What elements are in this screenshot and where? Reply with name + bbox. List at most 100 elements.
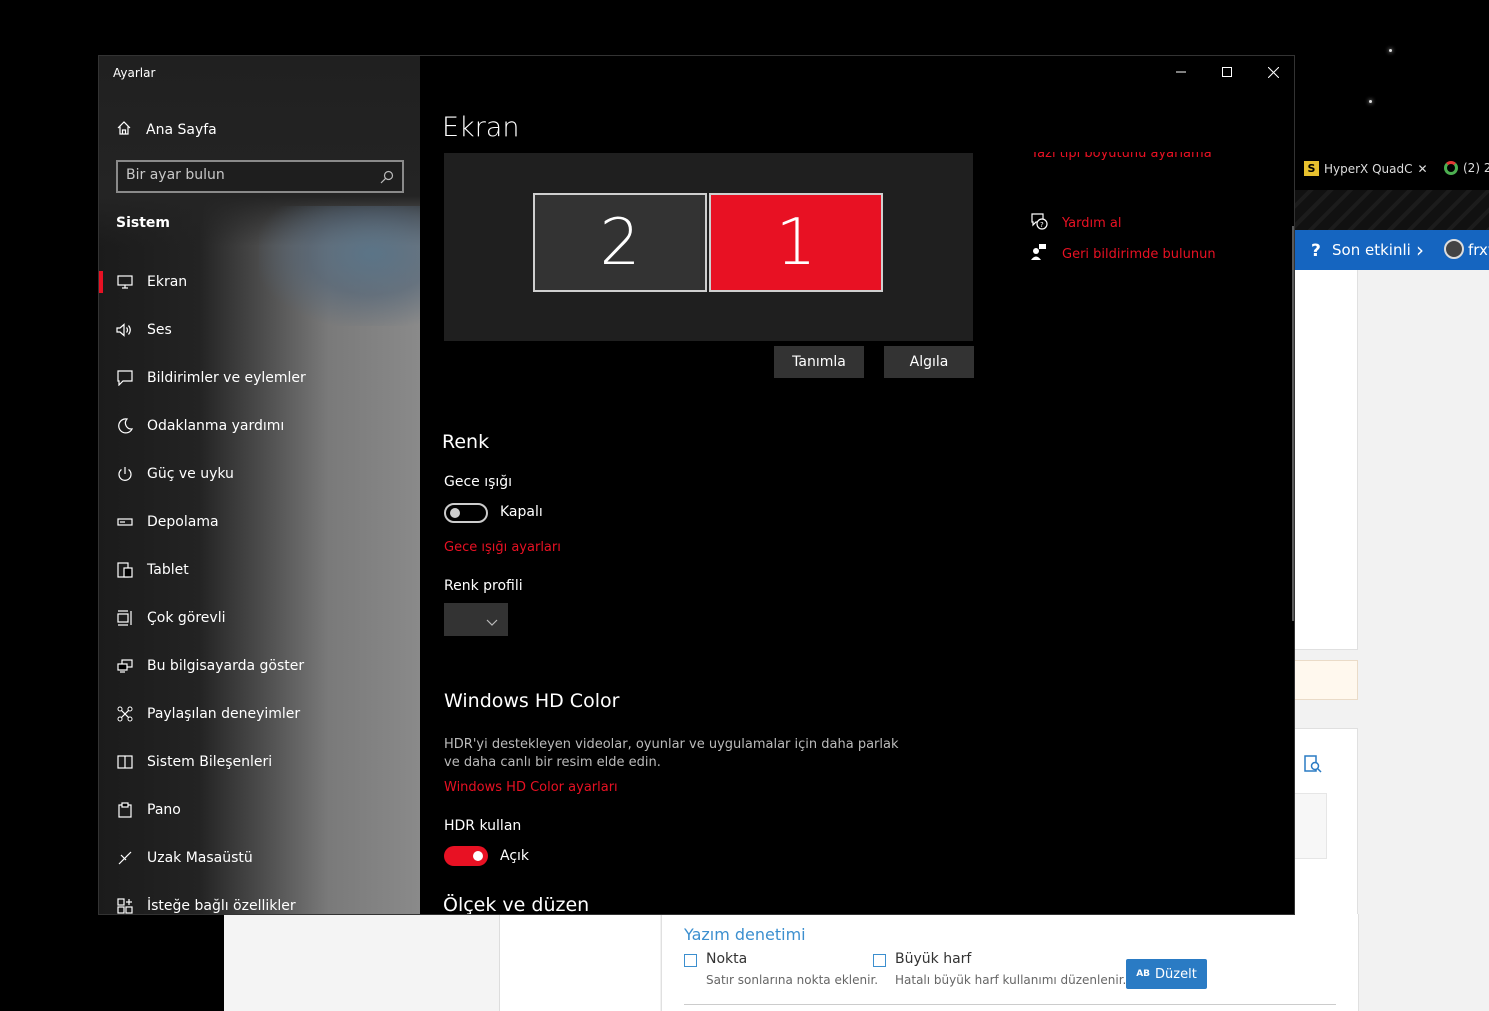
- star-decoration: [1389, 49, 1392, 52]
- color-profile-dropdown[interactable]: [444, 603, 508, 636]
- components-icon: [116, 754, 133, 771]
- svg-text:?: ?: [1040, 221, 1044, 229]
- capitalize-checkbox[interactable]: [873, 954, 886, 967]
- sidebar-item-remote[interactable]: Uzak Masaüstü: [99, 834, 420, 882]
- page-title: Ekran: [442, 112, 520, 143]
- settings-window: Ayarlar Ana Sayfa Bir ayar bulun Sistem …: [98, 55, 1295, 915]
- s-favicon-icon: S: [1304, 161, 1319, 176]
- sidebar-item-power[interactable]: Güç ve uyku: [99, 450, 420, 498]
- browser-navbar: ? Son etkinli › frxv: [1294, 230, 1489, 270]
- spellcheck-heading: Yazım denetimi: [684, 925, 806, 944]
- night-light-toggle[interactable]: [444, 503, 488, 523]
- sidebar-item-ekran[interactable]: Ekran: [99, 258, 420, 306]
- browser-tab[interactable]: (2) 2: [1444, 161, 1489, 175]
- fix-button[interactable]: AB Düzelt: [1126, 959, 1207, 989]
- close-tab-icon[interactable]: ✕: [1418, 162, 1428, 176]
- web-column: [224, 914, 500, 1011]
- sidebar-item-label: Sistem Bileşenleri: [147, 754, 273, 770]
- recent-activity-link[interactable]: Son etkinli: [1332, 241, 1411, 259]
- chevron-right-icon[interactable]: ›: [1416, 238, 1424, 262]
- browser-tab-bar: S HyperX QuadC ✕ (2) 2: [1294, 150, 1489, 190]
- help-circle-icon[interactable]: ?: [1308, 241, 1324, 263]
- avatar[interactable]: [1444, 239, 1464, 259]
- search-document-icon[interactable]: [1303, 755, 1323, 777]
- window-title: Ayarlar: [113, 66, 156, 80]
- tab-title: HyperX QuadC: [1324, 161, 1413, 176]
- period-description: Satır sonlarına nokta eklenir.: [706, 973, 879, 987]
- sidebar-item-label: Uzak Masaüstü: [147, 850, 253, 866]
- toggle-knob: [473, 851, 483, 861]
- svg-text:?: ?: [1311, 241, 1321, 259]
- color-heading: Renk: [442, 431, 490, 453]
- sidebar-item-notifications[interactable]: Bildirimler ve eylemler: [99, 354, 420, 402]
- storage-icon: [116, 514, 133, 531]
- moon-icon: [116, 418, 133, 435]
- sidebar-item-label: Paylaşılan deneyimler: [147, 706, 301, 722]
- sidebar-item-ses[interactable]: Ses: [99, 306, 420, 354]
- sidebar-item-clipboard[interactable]: Pano: [99, 786, 420, 834]
- username[interactable]: frxv: [1468, 241, 1489, 259]
- sidebar-item-storage[interactable]: Depolama: [99, 498, 420, 546]
- feedback-icon: [1030, 243, 1048, 265]
- sidebar-item-tablet[interactable]: Tablet: [99, 546, 420, 594]
- sidebar-item-multitask[interactable]: Çok görevli: [99, 594, 420, 642]
- search-icon[interactable]: [380, 169, 394, 188]
- sidebar-item-label: Çok görevli: [147, 610, 226, 626]
- sidebar-item-label: Bu bilgisayarda göster: [147, 658, 305, 674]
- project-icon: [116, 658, 133, 675]
- sidebar-item-features[interactable]: İsteğe bağlı özellikler: [99, 882, 420, 915]
- sidebar-item-label: Tablet: [147, 562, 189, 578]
- notification-icon: [116, 370, 133, 387]
- sidebar-item-label: Ses: [147, 322, 172, 338]
- close-button[interactable]: [1250, 56, 1294, 88]
- shared-icon: [116, 706, 133, 723]
- monitor-2[interactable]: 2: [533, 193, 707, 292]
- multitask-icon: [116, 610, 133, 627]
- help-link-label: Yardım al: [1062, 215, 1122, 231]
- hd-color-settings-link[interactable]: Windows HD Color ayarları: [444, 780, 618, 795]
- help-link[interactable]: ? Yardım al: [1030, 212, 1121, 234]
- toggle-knob: [450, 508, 460, 518]
- browser-banner: [1294, 190, 1489, 230]
- feedback-link[interactable]: Geri bildirimde bulunun: [1030, 243, 1216, 265]
- maximize-button[interactable]: [1204, 56, 1250, 88]
- spellcheck-ab-icon: AB: [1136, 969, 1151, 979]
- speaker-icon: [116, 322, 133, 339]
- divider: [684, 1004, 1336, 1005]
- sidebar-item-focus[interactable]: Odaklanma yardımı: [99, 402, 420, 450]
- content-pane: Ekran 2 1 Tanımla Algıla Renk Gece ışığı…: [420, 56, 1294, 914]
- period-label: Nokta: [706, 951, 748, 967]
- sidebar-item-components[interactable]: Sistem Bileşenleri: [99, 738, 420, 786]
- sidebar-item-label: Depolama: [147, 514, 219, 530]
- home-label: Ana Sayfa: [146, 122, 217, 138]
- scrollbar[interactable]: [1292, 226, 1294, 621]
- browser-tab[interactable]: S HyperX QuadC ✕: [1304, 161, 1428, 176]
- font-size-link[interactable]: Yazı tipi boyutunu ayarlama: [1031, 152, 1212, 161]
- sidebar-item-shared[interactable]: Paylaşılan deneyimler: [99, 690, 420, 738]
- hdr-state: Açık: [500, 848, 530, 864]
- sidebar-item-project[interactable]: Bu bilgisayarda göster: [99, 642, 420, 690]
- tab-title: (2) 2: [1463, 161, 1489, 175]
- detect-button[interactable]: Algıla: [884, 346, 974, 378]
- hdr-toggle[interactable]: [444, 846, 488, 866]
- remote-icon: [116, 850, 133, 867]
- monitor-icon: [116, 274, 133, 291]
- power-favicon-icon: [1444, 161, 1458, 175]
- hd-color-description: HDR'yi destekleyen videolar, oyunlar ve …: [444, 737, 899, 770]
- color-profile-label: Renk profili: [444, 578, 523, 594]
- section-title: Sistem: [116, 215, 170, 231]
- search-input[interactable]: Bir ayar bulun: [116, 160, 404, 193]
- period-checkbox[interactable]: [684, 954, 697, 967]
- sidebar-item-label: Pano: [147, 802, 181, 818]
- home-nav-item[interactable]: Ana Sayfa: [116, 120, 217, 140]
- minimize-button[interactable]: [1158, 56, 1204, 88]
- night-light-settings-link[interactable]: Gece ışığı ayarları: [444, 540, 561, 555]
- identify-button[interactable]: Tanımla: [774, 346, 864, 378]
- clipboard-icon: [116, 802, 133, 819]
- page-card: [1294, 270, 1358, 650]
- monitor-1[interactable]: 1: [709, 193, 883, 292]
- warning-box: [1294, 660, 1358, 700]
- features-icon: [116, 898, 133, 915]
- home-icon: [116, 120, 132, 140]
- fix-button-label: Düzelt: [1155, 966, 1197, 982]
